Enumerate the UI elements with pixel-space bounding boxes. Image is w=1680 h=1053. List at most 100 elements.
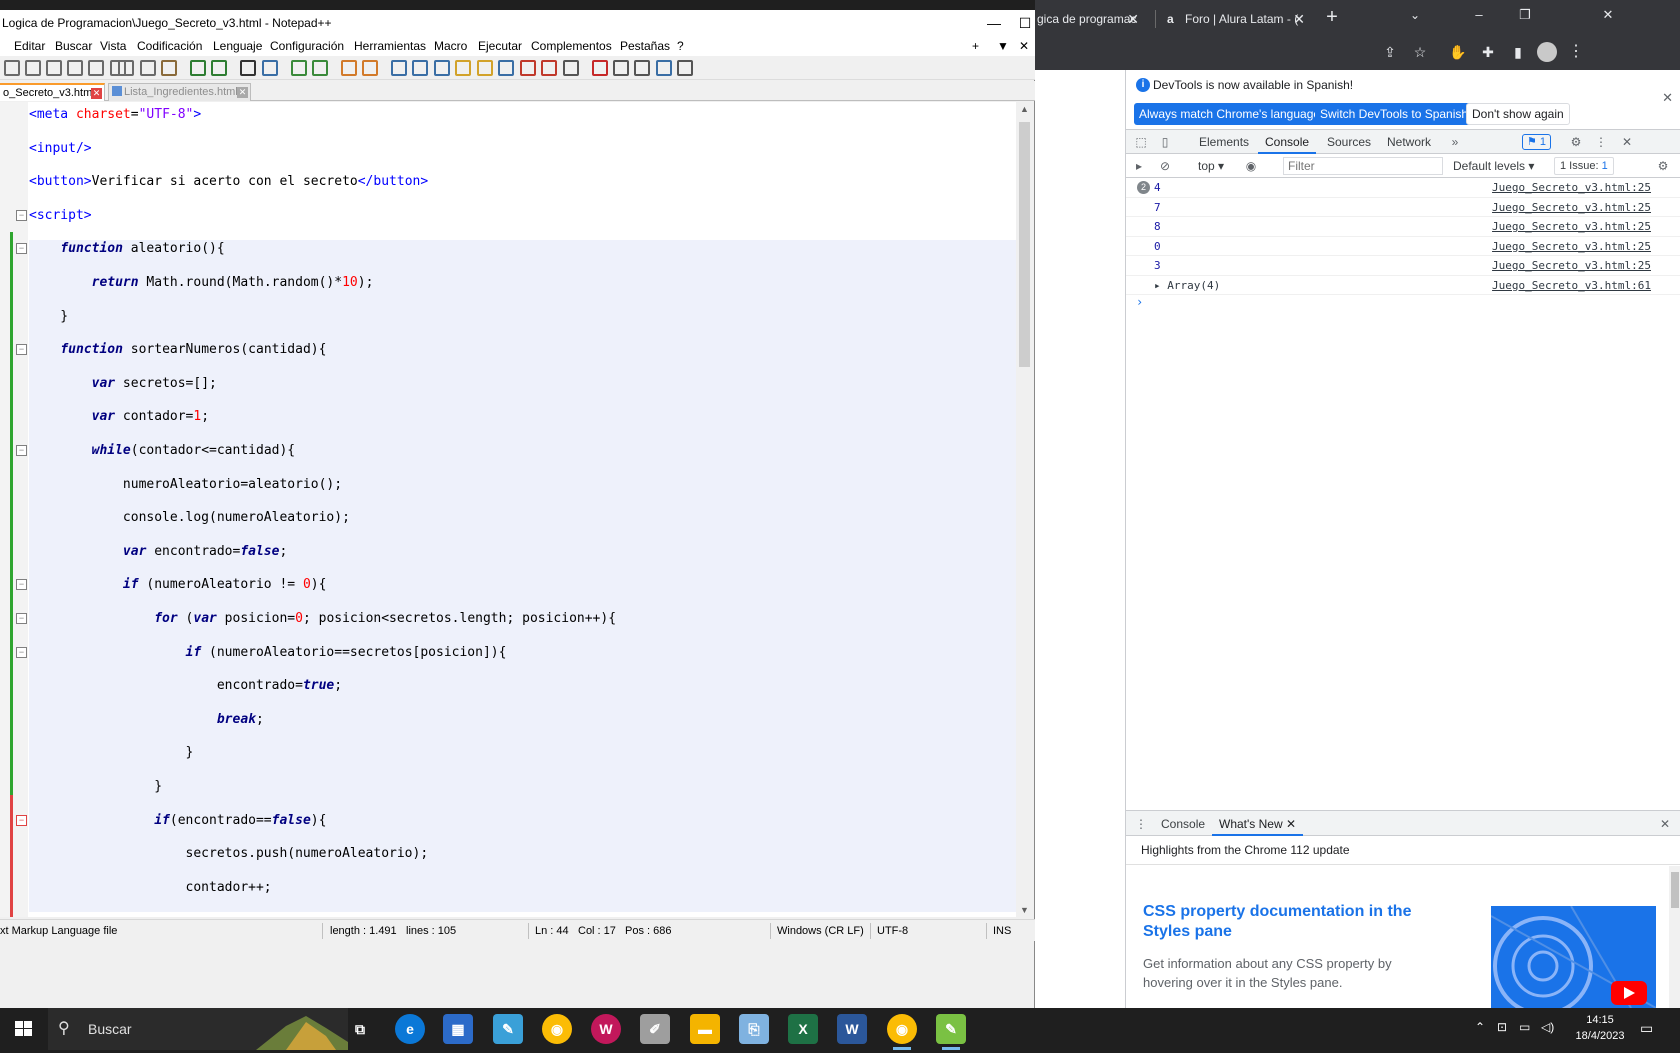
- paste-icon[interactable]: [161, 60, 177, 76]
- log-levels-dropdown[interactable]: Default levels ▾: [1453, 154, 1534, 178]
- log-source-link[interactable]: Juego_Secreto_v3.html:25: [1492, 217, 1651, 236]
- cut-icon[interactable]: [118, 60, 134, 76]
- menu-item[interactable]: Complementos: [531, 39, 612, 53]
- replace-icon[interactable]: [262, 60, 278, 76]
- tab-lista-ingredientes[interactable]: Lista_Ingredientes.html ✕: [108, 83, 251, 101]
- drawer-menu-icon[interactable]: ⋮: [1132, 815, 1150, 833]
- close-icon[interactable]: ✕: [91, 88, 102, 99]
- clear-console-icon[interactable]: ⊘: [1156, 157, 1174, 175]
- feature-title-link[interactable]: CSS property documentation in the Styles…: [1143, 902, 1433, 942]
- menu-item[interactable]: Lenguaje: [213, 39, 262, 53]
- play-macro-icon[interactable]: [634, 60, 650, 76]
- code-line[interactable]: if(encontrado==false){: [29, 811, 1016, 846]
- tab-console[interactable]: Console: [1258, 130, 1317, 154]
- menu-item[interactable]: Ejecutar: [478, 39, 522, 53]
- new-tab-button[interactable]: +: [1318, 4, 1346, 32]
- code-line[interactable]: <meta charset="UTF-8">: [29, 106, 1016, 140]
- code-line[interactable]: secretos.push(numeroAleatorio);: [29, 845, 1016, 879]
- feature-video-thumbnail[interactable]: [1491, 906, 1656, 1008]
- menu-item[interactable]: Configuración: [270, 39, 344, 53]
- share-icon[interactable]: ⇪: [1379, 41, 1401, 63]
- menu-item[interactable]: ?: [677, 39, 684, 53]
- restore-button[interactable]: ❐: [1502, 0, 1548, 30]
- code-editor[interactable]: <meta charset="UTF-8"> <input/> <button>Ve…: [0, 102, 1016, 917]
- function-list-icon[interactable]: [520, 60, 536, 76]
- fold-toggle-icon[interactable]: −: [16, 445, 27, 456]
- undo-icon[interactable]: [190, 60, 206, 76]
- fold-toggle-icon[interactable]: −: [16, 344, 27, 356]
- menu-item[interactable]: Herramientas: [354, 39, 426, 53]
- sync-v-icon[interactable]: [341, 60, 357, 76]
- drawer-tab-whats-new[interactable]: What's New ✕: [1212, 812, 1304, 836]
- stop-macro-icon[interactable]: [613, 60, 629, 76]
- console-log-row[interactable]: 8 Juego_Secreto_v3.html:25: [1126, 217, 1680, 237]
- code-line[interactable]: <input/>: [29, 140, 1016, 174]
- notifications-icon[interactable]: ▭: [1640, 1020, 1653, 1037]
- close-file-icon[interactable]: [88, 60, 104, 76]
- code-line[interactable]: return Math.round(Math.random()*10);: [29, 274, 1016, 308]
- app-w-icon[interactable]: W: [591, 1014, 621, 1044]
- console-log-row[interactable]: ▸ Array(4) Juego_Secreto_v3.html:61: [1126, 276, 1680, 295]
- tab-network[interactable]: Network: [1380, 130, 1438, 154]
- code-line[interactable]: break;: [29, 710, 1016, 745]
- chrome-tab-logica[interactable]: gica de programac ✕: [1035, 4, 1147, 34]
- close-document-icon[interactable]: ✕: [1019, 39, 1029, 53]
- edge-icon[interactable]: e: [395, 1014, 425, 1044]
- file-explorer-icon[interactable]: ▬: [690, 1014, 720, 1044]
- open-file-icon[interactable]: [25, 60, 41, 76]
- app-icon[interactable]: ✎: [493, 1014, 523, 1044]
- console-prompt-icon[interactable]: ›: [1136, 295, 1143, 309]
- monitoring-icon[interactable]: [563, 60, 579, 76]
- live-expression-eye-icon[interactable]: ◉: [1242, 157, 1260, 175]
- bookmark-star-icon[interactable]: ☆: [1409, 41, 1431, 63]
- chrome-tab-foro[interactable]: a Foro | Alura Latam - ( ✕: [1163, 4, 1313, 34]
- tab-juego-secreto[interactable]: o_Secreto_v3.html ✕: [0, 83, 105, 101]
- editor-scrollbar[interactable]: ▲ ▼: [1016, 102, 1033, 917]
- code-line[interactable]: encontrado=true;: [29, 677, 1016, 711]
- udl-icon[interactable]: [455, 60, 471, 76]
- task-view-icon[interactable]: ⧉: [345, 1014, 375, 1044]
- close-icon[interactable]: ✕: [1293, 4, 1305, 34]
- close-devtools-icon[interactable]: ✕: [1618, 133, 1636, 151]
- code-line[interactable]: <script>: [29, 207, 1016, 241]
- drawer-tab-console[interactable]: Console: [1154, 812, 1212, 836]
- menu-item[interactable]: Codificación: [137, 39, 202, 53]
- code-line[interactable]: if (numeroAleatorio==secretos[posicion])…: [29, 643, 1016, 678]
- code-line[interactable]: numeroAleatorio=aleatorio();: [29, 475, 1016, 510]
- switch-to-spanish-button[interactable]: Switch DevTools to Spanish: [1315, 103, 1474, 125]
- devtools-menu-icon[interactable]: ⋮: [1592, 133, 1610, 151]
- extensions-puzzle-icon[interactable]: ✚: [1477, 41, 1499, 63]
- always-match-language-button[interactable]: Always match Chrome's language: [1134, 103, 1326, 125]
- code-line[interactable]: var contador=1;: [29, 408, 1016, 442]
- save-icon[interactable]: [46, 60, 62, 76]
- code-line[interactable]: function aleatorio(){: [29, 240, 1016, 274]
- profile-avatar[interactable]: [1537, 42, 1557, 62]
- new-file-icon[interactable]: [4, 60, 20, 76]
- close-icon[interactable]: ✕: [1127, 4, 1139, 34]
- save-all-icon[interactable]: [67, 60, 83, 76]
- scrollbar-thumb[interactable]: [1671, 872, 1679, 908]
- context-selector[interactable]: top ▾: [1198, 154, 1224, 178]
- doc-list-icon[interactable]: [498, 60, 514, 76]
- console-log-row[interactable]: 7 Juego_Secreto_v3.html:25: [1126, 198, 1680, 217]
- close-window-button[interactable]: ✕: [1585, 0, 1631, 30]
- menu-item[interactable]: Buscar: [55, 39, 92, 53]
- fold-toggle-icon[interactable]: −: [16, 579, 27, 591]
- log-source-link[interactable]: Juego_Secreto_v3.html:25: [1492, 198, 1651, 217]
- fold-toggle-icon[interactable]: −: [16, 646, 27, 658]
- minimize-button[interactable]: –: [1456, 0, 1502, 30]
- tab-search-icon[interactable]: ⌄: [1392, 0, 1438, 30]
- copy-icon[interactable]: [140, 60, 156, 76]
- code-line[interactable]: var secretos=[];: [29, 374, 1016, 409]
- close-icon[interactable]: ✕: [1286, 817, 1296, 831]
- list-tabs-icon[interactable]: ▼: [997, 39, 1009, 53]
- folder-workspace-icon[interactable]: [541, 60, 557, 76]
- console-log-row[interactable]: 3 Juego_Secreto_v3.html:25: [1126, 256, 1680, 276]
- chrome-icon[interactable]: ◉: [542, 1014, 572, 1044]
- sidebar-toggle-icon[interactable]: ▸: [1130, 157, 1148, 175]
- doc-map-icon[interactable]: [477, 60, 493, 76]
- code-line[interactable]: contador++;: [29, 878, 1016, 913]
- more-tabs-icon[interactable]: »: [1446, 133, 1464, 151]
- side-panel-icon[interactable]: ▮: [1507, 41, 1529, 63]
- microsoft-store-icon[interactable]: ▦: [443, 1014, 473, 1044]
